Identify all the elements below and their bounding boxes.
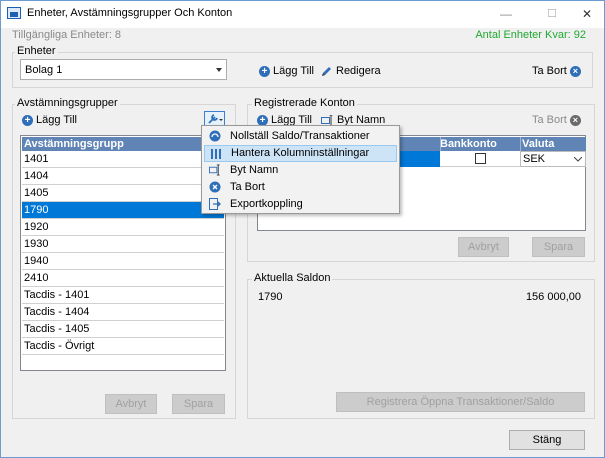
units-group-title: Enheter — [15, 45, 58, 57]
export-icon — [209, 198, 221, 210]
currency-value: SEK — [523, 153, 546, 165]
window-title: Enheter, Avstämningsgrupper Och Konton — [27, 7, 233, 19]
maximize-button[interactable]: ☐ — [542, 5, 562, 23]
columns-icon — [211, 149, 221, 159]
bankaccount-checkbox[interactable] — [475, 153, 486, 164]
menu-item-label: Nollställ Saldo/Transaktioner — [230, 130, 370, 142]
list-item[interactable]: 2410 — [22, 270, 224, 287]
close-circle-icon: × — [569, 114, 581, 126]
chevron-down-icon — [574, 157, 582, 162]
reconciliation-groups-title: Avstämningsgrupper — [15, 97, 120, 109]
bankaccount-column-header[interactable]: Bankkonto — [440, 137, 497, 151]
list-item[interactable]: 1405 — [22, 185, 224, 202]
edit-unit-label: Redigera — [336, 65, 381, 77]
balance-amount: 156 000,00 — [525, 291, 581, 303]
column-divider — [440, 137, 441, 151]
list-item[interactable]: Tacdis - 1404 — [22, 304, 224, 321]
register-open-transactions-button[interactable]: Registrera Öppna Transaktioner/Saldo — [336, 392, 585, 412]
group-actions-dropdown[interactable] — [204, 111, 225, 126]
close-window-button[interactable]: ✕ — [577, 5, 597, 23]
delete-account-button[interactable]: Ta Bort × — [532, 111, 581, 129]
bankaccount-cell — [440, 151, 520, 167]
pencil-icon — [321, 65, 333, 77]
groups-save-button[interactable]: Spara — [172, 394, 225, 414]
list-item[interactable]: 1790 — [22, 202, 224, 219]
list-item[interactable]: Tacdis - 1401 — [22, 287, 224, 304]
group-actions-menu: Nollställ Saldo/Transaktioner Hantera Ko… — [201, 125, 400, 214]
list-item[interactable]: 1401 — [22, 151, 224, 168]
plus-icon: + — [22, 114, 33, 126]
plus-icon: + — [257, 114, 268, 126]
title-bar: Enheter, Avstämningsgrupper Och Konton —… — [1, 1, 604, 28]
available-units-label: Tillgängliga Enheter: 8 — [12, 29, 122, 41]
column-divider — [520, 137, 521, 151]
delete-account-label: Ta Bort — [532, 114, 567, 126]
menu-item-delete[interactable]: Ta Bort — [204, 179, 397, 196]
add-group-label: Lägg Till — [36, 114, 77, 126]
menu-item-label: Hantera Kolumninställningar — [231, 147, 370, 159]
currency-select[interactable]: SEK — [520, 151, 586, 167]
list-item[interactable]: 1930 — [22, 236, 224, 253]
reset-icon — [209, 130, 221, 142]
menu-item-label: Byt Namn — [230, 164, 279, 176]
list-item[interactable]: 1940 — [22, 253, 224, 270]
list-item[interactable]: Tacdis - 1405 — [22, 321, 224, 338]
wrench-icon — [208, 114, 223, 124]
accounts-group-title: Registrerade Konton — [252, 97, 357, 109]
add-unit-button[interactable]: + Lägg Till — [259, 62, 314, 80]
balances-group-title: Aktuella Saldon — [252, 272, 333, 284]
minimize-button[interactable]: — — [496, 5, 516, 23]
add-group-button[interactable]: + Lägg Till — [22, 111, 77, 129]
rename-icon — [209, 164, 220, 176]
menu-item-rename[interactable]: Byt Namn — [204, 162, 397, 179]
plus-icon: + — [259, 65, 270, 77]
app-icon — [7, 7, 21, 19]
menu-item-label: Ta Bort — [230, 181, 265, 193]
groups-list[interactable]: Avstämningsgrupp 1401 1404 1405 1790 1920 193… — [20, 135, 226, 371]
list-item[interactable]: Tacdis - Övrigt — [22, 338, 224, 355]
delete-icon — [209, 181, 221, 193]
list-item[interactable]: 1404 — [22, 168, 224, 185]
menu-item-label: Exportkoppling — [230, 198, 303, 210]
balance-account: 1790 — [258, 291, 283, 303]
delete-unit-label: Ta Bort — [532, 65, 567, 77]
menu-item-reset-balance[interactable]: Nollställ Saldo/Transaktioner — [204, 128, 397, 145]
groups-column-header[interactable]: Avstämningsgrupp — [22, 137, 224, 151]
rename-icon — [321, 114, 333, 126]
menu-item-manage-columns[interactable]: Hantera Kolumninställningar — [204, 145, 397, 162]
chevron-down-icon — [216, 68, 222, 72]
dialog-window: Enheter, Avstämningsgrupper Och Konton —… — [0, 0, 605, 458]
units-left-label: Antal Enheter Kvar: 92 — [475, 29, 586, 41]
accounts-cancel-button[interactable]: Avbryt — [458, 237, 509, 257]
close-button[interactable]: Stäng — [509, 430, 585, 450]
close-circle-icon: × — [569, 65, 581, 77]
edit-unit-button[interactable]: Redigera — [321, 62, 381, 80]
menu-item-export[interactable]: Exportkoppling — [204, 196, 397, 213]
unit-select-value: Bolag 1 — [25, 64, 63, 76]
currency-column-header[interactable]: Valuta — [522, 137, 554, 151]
accounts-save-button[interactable]: Spara — [532, 237, 585, 257]
unit-select[interactable]: Bolag 1 — [20, 59, 227, 80]
delete-unit-button[interactable]: Ta Bort × — [532, 62, 581, 80]
list-item[interactable]: 1920 — [22, 219, 224, 236]
add-unit-label: Lägg Till — [273, 65, 314, 77]
groups-cancel-button[interactable]: Avbryt — [105, 394, 157, 414]
